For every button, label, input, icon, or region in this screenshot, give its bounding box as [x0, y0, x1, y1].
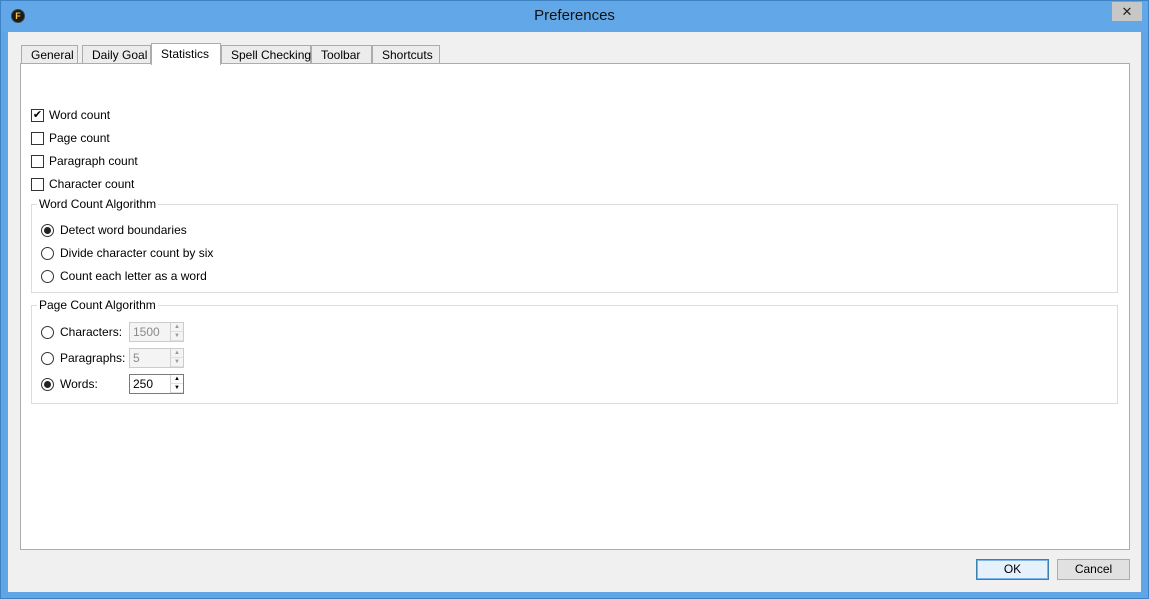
- radio-button[interactable]: [41, 246, 54, 260]
- window-title: Preferences: [534, 7, 615, 24]
- radio-characters[interactable]: Characters:: [41, 324, 122, 340]
- page-count-checkbox-row[interactable]: Page count: [31, 130, 110, 146]
- word-count-label: Word count: [49, 108, 111, 122]
- spin-down-icon[interactable]: ▼: [171, 332, 183, 341]
- cancel-button[interactable]: Cancel: [1057, 559, 1130, 580]
- radio-button[interactable]: [41, 325, 54, 339]
- statistics-panel: ✔ Word count Page count Paragraph count …: [20, 63, 1130, 550]
- spin-up-icon[interactable]: ▲: [171, 323, 183, 332]
- paragraph-count-checkbox[interactable]: [31, 154, 44, 168]
- character-count-checkbox[interactable]: [31, 177, 44, 191]
- page-count-label: Page count: [49, 131, 110, 145]
- close-button[interactable]: ✕: [1112, 2, 1142, 21]
- spin-up-icon[interactable]: ▲: [171, 349, 183, 358]
- page-count-algorithm-group: Page Count Algorithm Characters: 1500 ▲ …: [31, 298, 1118, 404]
- tab-spell-checking[interactable]: Spell Checking: [221, 45, 311, 64]
- radio-paragraphs[interactable]: Paragraphs:: [41, 350, 125, 366]
- ok-button[interactable]: OK: [976, 559, 1049, 580]
- radio-button[interactable]: [41, 351, 54, 365]
- page-count-algorithm-title: Page Count Algorithm: [37, 298, 158, 312]
- spinbox-value: 250: [133, 377, 154, 391]
- radio-label: Divide character count by six: [60, 246, 214, 260]
- paragraph-count-label: Paragraph count: [49, 154, 138, 168]
- radio-divide-by-six[interactable]: Divide character count by six: [41, 245, 213, 261]
- radio-button[interactable]: [41, 269, 54, 283]
- word-count-checkbox-row[interactable]: ✔ Word count: [31, 107, 110, 123]
- spin-up-icon[interactable]: ▲: [171, 375, 183, 384]
- word-count-algorithm-title: Word Count Algorithm: [37, 197, 159, 211]
- radio-button[interactable]: [41, 377, 54, 391]
- tab-toolbar[interactable]: Toolbar: [311, 45, 372, 64]
- radio-label: Words:: [60, 377, 98, 391]
- tab-statistics[interactable]: Statistics: [151, 43, 221, 65]
- preferences-window: F Preferences ✕ General Daily Goal Stati…: [0, 0, 1149, 599]
- characters-spinbox[interactable]: 1500 ▲ ▼: [129, 322, 184, 342]
- tab-shortcuts[interactable]: Shortcuts: [372, 45, 440, 64]
- paragraph-count-checkbox-row[interactable]: Paragraph count: [31, 153, 138, 169]
- paragraphs-spinbox[interactable]: 5 ▲ ▼: [129, 348, 184, 368]
- page-count-checkbox[interactable]: [31, 131, 44, 145]
- spinbox-value: 1500: [133, 325, 160, 339]
- tab-general[interactable]: General: [21, 45, 78, 64]
- spin-down-icon[interactable]: ▼: [171, 358, 183, 367]
- radio-label: Characters:: [60, 325, 123, 339]
- title-bar[interactable]: F Preferences ✕: [1, 1, 1148, 32]
- radio-label: Paragraphs:: [60, 351, 126, 365]
- close-icon: ✕: [1121, 4, 1133, 19]
- radio-button[interactable]: [41, 223, 54, 237]
- words-spinbox[interactable]: 250 ▲ ▼: [129, 374, 184, 394]
- character-count-checkbox-row[interactable]: Character count: [31, 176, 134, 192]
- radio-words[interactable]: Words:: [41, 376, 98, 392]
- tab-daily-goal[interactable]: Daily Goal: [82, 45, 151, 64]
- spin-down-icon[interactable]: ▼: [171, 384, 183, 393]
- radio-detect-word-boundaries[interactable]: Detect word boundaries: [41, 222, 187, 238]
- radio-label: Detect word boundaries: [60, 223, 187, 237]
- check-icon: ✔: [32, 108, 43, 121]
- word-count-checkbox[interactable]: ✔: [31, 108, 44, 122]
- character-count-label: Character count: [49, 177, 135, 191]
- spinbox-value: 5: [133, 351, 140, 365]
- word-count-algorithm-group: Word Count Algorithm Detect word boundar…: [31, 197, 1118, 293]
- dialog-client-area: General Daily Goal Statistics Spell Chec…: [8, 32, 1141, 592]
- radio-count-each-letter[interactable]: Count each letter as a word: [41, 268, 207, 284]
- radio-label: Count each letter as a word: [60, 269, 207, 283]
